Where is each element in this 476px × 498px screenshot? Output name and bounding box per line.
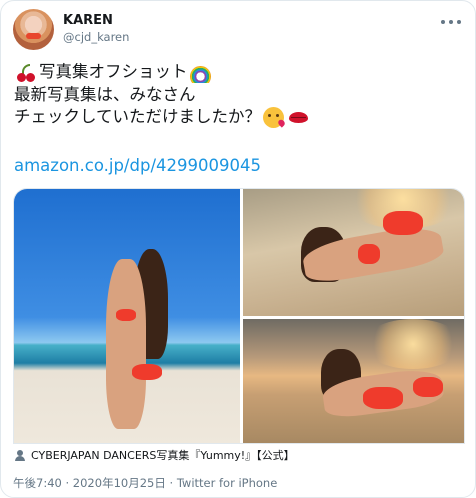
tweet-line-2: 最新写真集は、みなさん	[14, 84, 464, 107]
kissing-face-icon	[263, 106, 285, 128]
tweet-text-line3: チェックしていただけましたか？	[14, 107, 262, 126]
amazon-link[interactable]: amazon.co.jp/dp/4299009045	[14, 156, 261, 175]
person-icon	[15, 449, 25, 461]
attribution-text[interactable]: CYBERJAPAN DANCERS写真集『Yummy!』【公式】	[31, 447, 295, 463]
photo-beach-lying-1[interactable]	[243, 189, 464, 316]
photo-beach-lying-2[interactable]	[243, 319, 464, 443]
tweet-line-1: 写真集オフショット	[14, 61, 464, 84]
display-name[interactable]: KAREN	[63, 13, 113, 28]
meta-separator-2: ·	[169, 476, 177, 490]
more-options-icon[interactable]	[441, 15, 461, 29]
tweet-source: Twitter for iPhone	[176, 476, 278, 490]
cherry-icon	[16, 62, 37, 83]
avatar[interactable]	[13, 9, 54, 50]
tweet-text: 写真集オフショット 最新写真集は、みなさん チェックしていただけましたか？	[14, 61, 464, 129]
tweet-text-line2: 最新写真集は、みなさん	[14, 84, 196, 104]
tweet-card: KAREN @cjd_karen 写真集オフショット 最新写真集は、みなさん チ…	[0, 0, 476, 498]
rainbow-icon	[189, 62, 211, 83]
photo-beach-standing[interactable]	[14, 189, 240, 443]
meta-separator: ·	[65, 476, 73, 490]
user-handle[interactable]: @cjd_karen	[63, 30, 129, 44]
media-grid	[13, 188, 465, 444]
lips-icon	[288, 107, 309, 128]
media-attribution[interactable]: CYBERJAPAN DANCERS写真集『Yummy!』【公式】	[15, 447, 295, 463]
tweet-line-3: チェックしていただけましたか？	[14, 106, 464, 129]
tweet-date[interactable]: 2020年10月25日	[73, 476, 166, 490]
tweet-time[interactable]: 午後7:40	[13, 476, 62, 490]
tweet-meta: 午後7:40 · 2020年10月25日 · Twitter for iPhon…	[13, 475, 277, 491]
tweet-text-line1: 写真集オフショット	[39, 62, 188, 81]
